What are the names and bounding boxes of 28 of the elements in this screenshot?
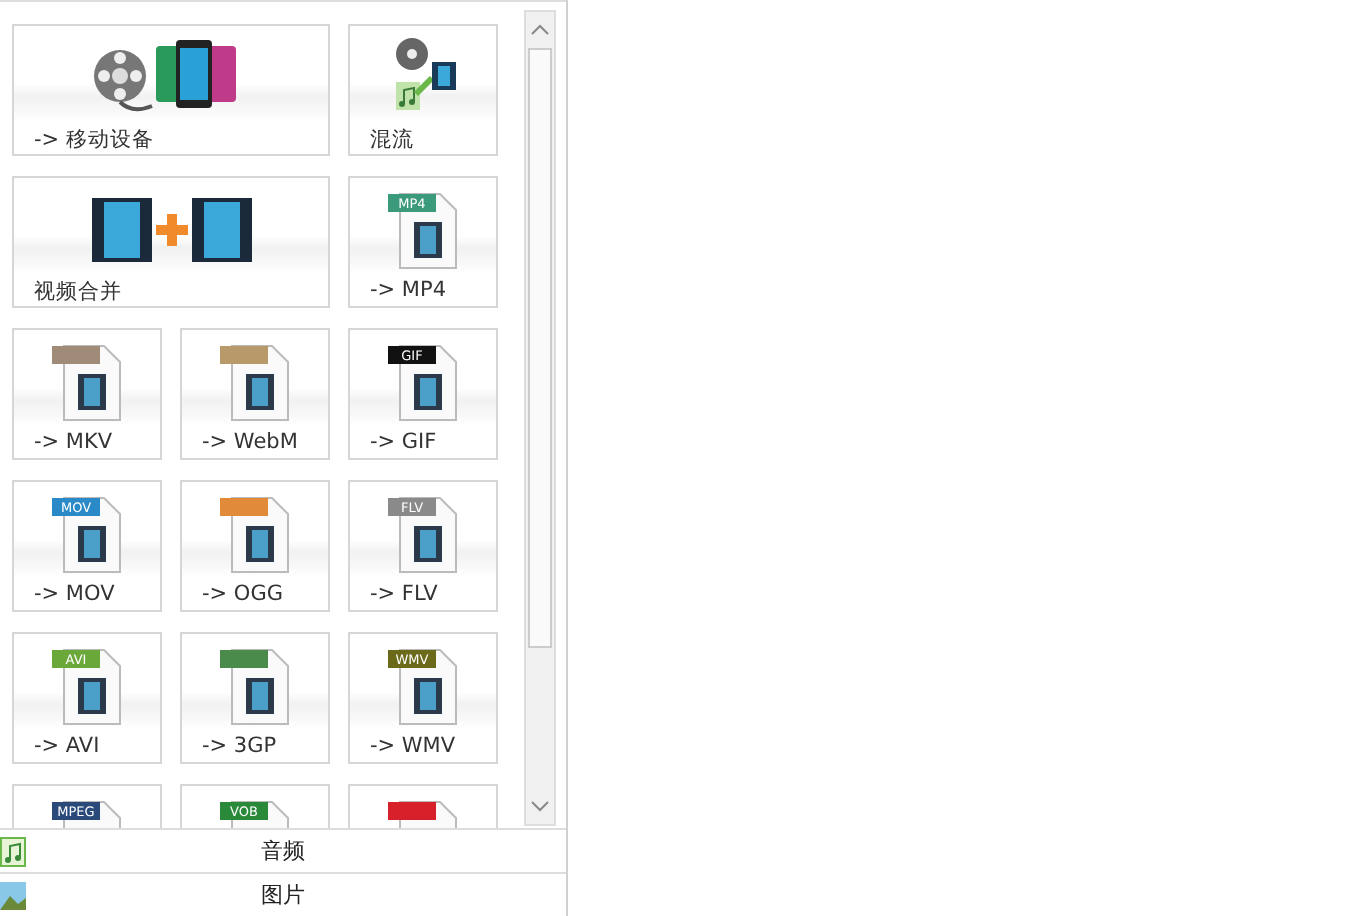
tile-label: -> AVI <box>32 734 100 758</box>
convert-tile[interactable]: -> WebM <box>180 328 330 460</box>
tile-label: -> GIF <box>368 430 437 454</box>
convert-tile[interactable]: 混流 <box>348 24 498 156</box>
tile-label: -> 移动设备 <box>32 126 154 154</box>
scroll-thumb[interactable] <box>528 48 552 648</box>
category-bar[interactable]: 音频 <box>0 828 566 873</box>
tile-label: -> FLV <box>368 582 438 606</box>
convert-tile[interactable]: -> 3GP <box>180 632 330 764</box>
tile-label: 视频合并 <box>32 278 122 306</box>
tile-label: -> MOV <box>32 582 115 606</box>
picture-icon <box>0 879 28 912</box>
convert-tile[interactable]: -> MKV <box>12 328 162 460</box>
tile-label: -> WebM <box>200 430 298 454</box>
tile-label: -> WMV <box>368 734 456 758</box>
convert-tile[interactable]: -> OGG <box>180 480 330 612</box>
category-label: 图片 <box>261 880 305 911</box>
convert-tile[interactable]: -> 移动设备 <box>12 24 330 156</box>
music-note-icon <box>0 835 28 868</box>
scrollbar[interactable] <box>524 10 556 826</box>
convert-tile[interactable]: 视频合并 <box>12 176 330 308</box>
tile-label: 混流 <box>368 126 414 154</box>
tile-label: -> MKV <box>32 430 113 454</box>
tile-label: -> OGG <box>200 582 283 606</box>
category-label: 音频 <box>261 836 305 867</box>
category-bar[interactable]: 图片 <box>0 872 566 916</box>
tile-label: -> MP4 <box>368 278 446 302</box>
tile-label: -> 3GP <box>200 734 277 758</box>
